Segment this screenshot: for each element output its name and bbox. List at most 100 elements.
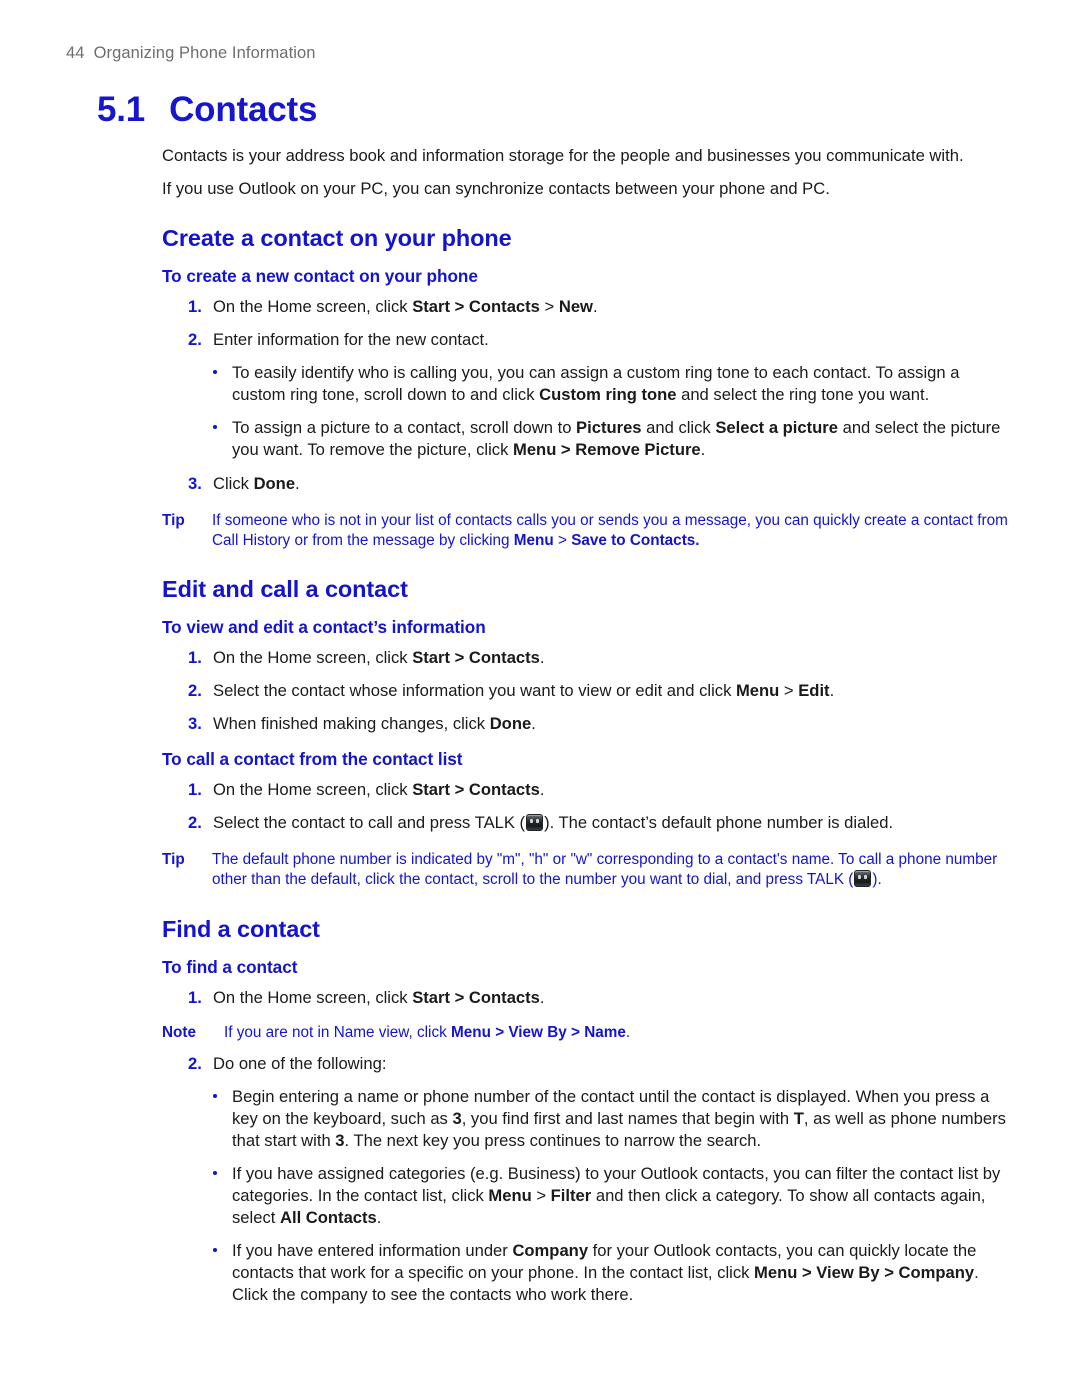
- bullet-bold-all-contacts: All Contacts: [279, 1208, 377, 1228]
- step-item: 2. Select the contact whose information y…: [162, 680, 1014, 702]
- step-text-pre: On the Home screen, click: [213, 297, 413, 317]
- step-text: Enter information for the new contact.: [213, 330, 489, 350]
- bullet-dot-icon: [213, 1171, 217, 1176]
- section-heading-create-contact: Create a contact on your phone: [162, 225, 512, 252]
- step-item: 2. Do one of the following:: [162, 1053, 1014, 1075]
- subheading-call-contact-from-list: To call a contact from the contact list: [162, 749, 463, 770]
- note-bold-menu-view-by-name: Menu > View By > Name: [451, 1023, 626, 1041]
- tip-label: Tip: [162, 851, 185, 869]
- note-label: Note: [162, 1023, 196, 1041]
- step-text-end: .: [531, 714, 536, 734]
- subheading-view-edit-contact: To view and edit a contact’s information: [162, 616, 486, 637]
- tip-text-b: ).: [872, 871, 882, 889]
- steps-create-contact: 1. On the Home screen, click Start > Cont…: [162, 296, 1014, 351]
- steps-call-contact: 1. On the Home screen, click Start > Cont…: [162, 779, 1014, 834]
- step-item: 3. When finished making changes, click Do…: [162, 713, 1014, 735]
- bullet-bold-letter-t: T: [793, 1109, 804, 1128]
- content-column: Contacts is your address book and inform…: [162, 145, 1014, 1318]
- bullet-text-c: and select the ring tone you want.: [676, 385, 930, 405]
- step-marker: 2.: [188, 681, 202, 700]
- bullet-text-g: . The next key you press continues to na…: [344, 1131, 762, 1151]
- step-text-mid: >: [539, 297, 559, 317]
- bullet-text-c: , you find first and last names that beg…: [461, 1109, 794, 1128]
- bullet-text-g: .: [376, 1208, 382, 1228]
- bullet-bold-menu-remove-picture: Menu > Remove Picture: [513, 440, 701, 460]
- subheading-to-find-a-contact: To find a contact: [162, 956, 298, 977]
- step-bold-done: Done: [489, 714, 532, 734]
- step-marker: 3.: [188, 473, 202, 493]
- step-bold-menu: Menu: [735, 681, 780, 700]
- step-bold-start-contacts: Start > Contacts: [412, 987, 540, 1007]
- note-callout: Note If you are not in Name view, click M…: [162, 1023, 1014, 1043]
- bullet-bold-select-a-picture: Select a picture: [715, 418, 838, 438]
- bullet-text-c: and click: [641, 418, 716, 438]
- step-marker: 1.: [188, 987, 202, 1007]
- bullet-bold-filter: Filter: [550, 1186, 592, 1206]
- step-item: 1. On the Home screen, click Start > Cont…: [162, 296, 1014, 318]
- tip-callout: Tip If someone who is not in your list of…: [162, 511, 1014, 551]
- step-text: Do one of the following:: [213, 1053, 387, 1073]
- step-bold-start-contacts: Start > Contacts: [412, 297, 540, 317]
- note-text-a: If you are not in Name view, click: [224, 1023, 451, 1041]
- bullet-text-a: If you have entered information under: [232, 1241, 513, 1261]
- step-text-pre: On the Home screen, click: [213, 987, 413, 1007]
- step-bold-start-contacts: Start > Contacts: [412, 780, 540, 800]
- step-item: 1. On the Home screen, click Start > Cont…: [162, 779, 1014, 801]
- talk-key-icon: [526, 814, 544, 832]
- document-page: 44 Organizing Phone Information 5.1 Contac…: [0, 0, 1080, 1397]
- bullet-dot-icon: [213, 425, 217, 430]
- chapter-title: 5.1 Contacts: [97, 90, 317, 130]
- page-number: 44: [66, 44, 85, 62]
- step-marker: 2.: [188, 813, 202, 833]
- step-text-end: .: [539, 780, 545, 800]
- bullet-bold-custom-ring-tone: Custom ring tone: [539, 385, 677, 405]
- step-text-pre: On the Home screen, click: [213, 647, 413, 667]
- tip-bold-save-to-contacts: Save to Contacts.: [571, 531, 700, 549]
- step-bold-new: New: [558, 297, 593, 317]
- step-text-pre: Select the contact whose information you…: [213, 681, 736, 700]
- note-text-c: .: [625, 1023, 631, 1041]
- bullet-text-g: .: [700, 440, 706, 460]
- steps-find-contact: 1. On the Home screen, click Start > Cont…: [162, 987, 1014, 1009]
- steps-view-edit-contact: 1. On the Home screen, click Start > Cont…: [162, 647, 1014, 735]
- bullet-text-c: >: [531, 1186, 551, 1206]
- step-text-end: .: [829, 681, 835, 700]
- step-bold-start-contacts: Start > Contacts: [412, 647, 540, 667]
- tip-label: Tip: [162, 511, 185, 529]
- running-title: Organizing Phone Information: [93, 44, 316, 62]
- bullet-bold-menu: Menu: [488, 1186, 532, 1206]
- section-heading-edit-call-contact: Edit and call a contact: [162, 575, 408, 602]
- step-marker: 3.: [188, 714, 202, 734]
- step-item: 3. Click Done.: [162, 473, 1014, 495]
- step-item: 2. Select the contact to call and press T…: [162, 812, 1014, 834]
- step-item: 1. On the Home screen, click Start > Cont…: [162, 647, 1014, 669]
- chapter-number: 5.1: [97, 90, 146, 129]
- list-item: To easily identify who is calling you, y…: [162, 362, 1014, 406]
- bullet-text-a: To assign a picture to a contact, scroll…: [232, 418, 577, 438]
- talk-key-icon: [854, 870, 872, 888]
- bullets-create-contact: To easily identify who is calling you, y…: [162, 362, 1014, 461]
- step-text-end: .: [539, 647, 545, 667]
- bullet-dot-icon: [213, 370, 217, 375]
- step-marker: 1.: [188, 647, 202, 667]
- step-marker: 2.: [188, 330, 202, 350]
- step-bold-edit: Edit: [798, 681, 830, 700]
- bullet-bold-pictures: Pictures: [576, 418, 642, 438]
- intro-paragraph-2: If you use Outlook on your PC, you can s…: [162, 179, 830, 199]
- bullet-bold-company: Company: [512, 1241, 589, 1261]
- list-item: If you have entered information under Co…: [162, 1240, 1014, 1306]
- bullet-bold-menu-view-by-company: Menu > View By > Company: [754, 1263, 975, 1283]
- section-heading-find-contact: Find a contact: [162, 915, 320, 942]
- step-text-post: ). The contact’s default phone number is…: [544, 813, 894, 833]
- step-text-end: .: [295, 473, 300, 493]
- list-item: If you have assigned categories (e.g. Bu…: [162, 1163, 1014, 1229]
- bullet-bold-key-3: 3: [452, 1109, 462, 1128]
- step-bold-done: Done: [253, 473, 296, 493]
- step-text-pre: Click: [213, 473, 254, 493]
- bullet-bold-digit-3: 3: [335, 1131, 345, 1151]
- step-marker: 2.: [188, 1053, 202, 1073]
- step-text-pre: On the Home screen, click: [213, 780, 413, 800]
- running-header: 44 Organizing Phone Information: [66, 44, 316, 63]
- step-marker: 1.: [188, 780, 202, 800]
- tip-bold-menu: Menu: [513, 531, 554, 549]
